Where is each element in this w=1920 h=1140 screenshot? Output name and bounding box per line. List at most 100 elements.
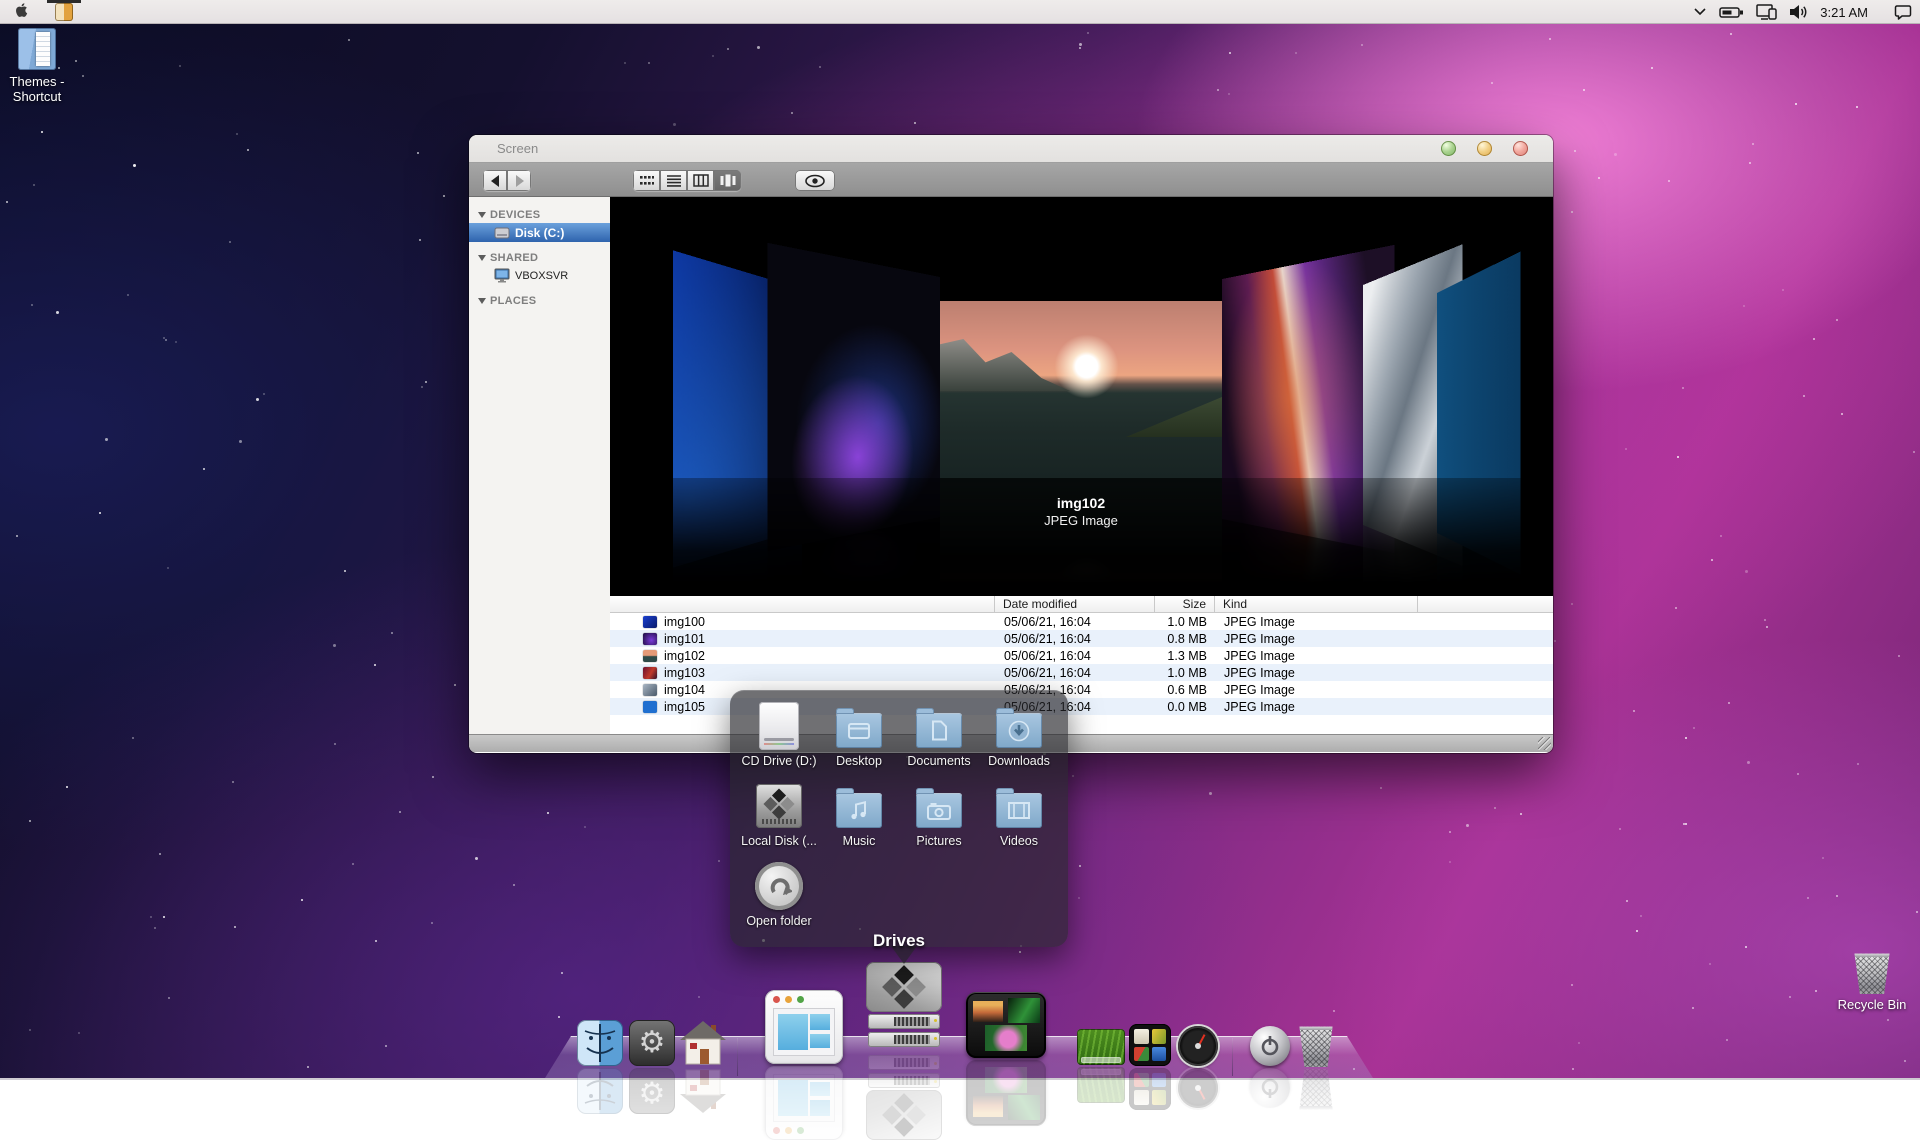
- show-desktop-icon: [1077, 1029, 1125, 1065]
- dashboard-gauge-icon: [1178, 1026, 1218, 1066]
- thumbnail-icon: [643, 684, 657, 696]
- resize-grip[interactable]: [1538, 737, 1551, 750]
- dock-item-system-preferences[interactable]: ⚙ ⚙: [629, 1020, 675, 1066]
- popup-item-documents[interactable]: Documents: [899, 698, 979, 778]
- table-row-img102[interactable]: img10205/06/21, 16:041.3 MBJPEG Image: [610, 647, 1553, 664]
- screen-app-icon: [765, 990, 843, 1064]
- popup-item-videos[interactable]: Videos: [979, 778, 1059, 858]
- selected-file-kind: JPEG Image: [940, 513, 1222, 528]
- table-row-img103[interactable]: img10305/06/21, 16:041.0 MBJPEG Image: [610, 664, 1553, 681]
- table-row-img101[interactable]: img10105/06/21, 16:040.8 MBJPEG Image: [610, 630, 1553, 647]
- column-view-button[interactable]: [687, 170, 714, 191]
- column-header-kind[interactable]: Kind: [1215, 596, 1418, 612]
- thumbnail-icon: [643, 633, 657, 645]
- taskbar-finder-app[interactable]: [44, 0, 84, 24]
- apple-icon: [14, 0, 30, 24]
- sidebar-section-shared[interactable]: SHARED: [469, 250, 610, 266]
- disclosure-triangle-icon: [478, 298, 486, 304]
- dock-item-home[interactable]: [680, 1020, 726, 1066]
- back-button[interactable]: [483, 170, 507, 191]
- forward-icon: [516, 175, 530, 187]
- file-manager-window: Screen DEVICES Disk (C:) SHARED: [469, 135, 1553, 753]
- volume-icon[interactable]: [1789, 4, 1808, 20]
- sidebar: DEVICES Disk (C:) SHARED VBOXSVR PLACES: [469, 197, 610, 734]
- maximize-button[interactable]: [1477, 141, 1492, 156]
- shore-graphic: [1126, 397, 1222, 437]
- column-view-icon: [693, 174, 709, 187]
- popup-item-downloads[interactable]: Downloads: [979, 698, 1059, 778]
- table-row-img100[interactable]: img10005/06/21, 16:041.0 MBJPEG Image: [610, 613, 1553, 630]
- dock-item-photos-stack[interactable]: [966, 992, 1046, 1058]
- sidebar-item-vboxsvr[interactable]: VBOXSVR: [469, 266, 610, 285]
- apple-menu[interactable]: [0, 0, 44, 24]
- widgets-icon: [1129, 1024, 1171, 1066]
- disclosure-triangle-icon: [478, 212, 486, 218]
- coverflow-view-button[interactable]: [714, 170, 741, 191]
- shortcut-label-line1: Themes -: [4, 74, 70, 89]
- titlebar[interactable]: Screen: [469, 135, 1553, 163]
- thumbnail-icon: [643, 701, 657, 713]
- quicklook-button[interactable]: [795, 170, 835, 191]
- disk-icon: [494, 226, 510, 240]
- popup-item-pictures[interactable]: Pictures: [899, 778, 979, 858]
- thumbnail-icon: [643, 616, 657, 628]
- sidebar-item-disk-c[interactable]: Disk (C:): [469, 223, 610, 242]
- column-header-date[interactable]: Date modified: [995, 596, 1155, 612]
- disk-c-label: Disk (C:): [515, 226, 564, 240]
- clock[interactable]: 3:21 AM: [1820, 5, 1868, 20]
- finder-icon: [55, 3, 73, 21]
- shared-header-label: SHARED: [490, 252, 538, 264]
- icon-view-button[interactable]: [633, 170, 660, 191]
- sidebar-section-places[interactable]: PLACES: [469, 293, 610, 309]
- dock-divider: [1232, 1038, 1233, 1076]
- drives-popup: CD Drive (D:) Desktop Documents Download…: [730, 690, 1068, 947]
- list-view-button[interactable]: [660, 170, 687, 191]
- coverflow-item-img102-selected[interactable]: [940, 301, 1222, 478]
- power-icon: [1250, 1026, 1290, 1066]
- drives-stack-icon: [866, 962, 942, 1050]
- dock-item-dashboard[interactable]: [1178, 1026, 1218, 1066]
- popup-item-cd-drive[interactable]: CD Drive (D:): [739, 698, 819, 778]
- popup-item-music[interactable]: Music: [819, 778, 899, 858]
- thumbnail-icon: [643, 667, 657, 679]
- dock-item-power[interactable]: [1250, 1026, 1290, 1066]
- network-computer-icon: [494, 268, 510, 283]
- active-app-indicator: [47, 0, 81, 3]
- forward-button[interactable]: [507, 170, 531, 191]
- column-header-name[interactable]: [610, 596, 995, 612]
- dock-item-show-desktop[interactable]: [1077, 1029, 1125, 1065]
- back-icon: [485, 175, 499, 187]
- recycle-bin-label: Recycle Bin: [1822, 997, 1920, 1012]
- dock-item-drives-stack[interactable]: [866, 962, 942, 1050]
- open-folder-icon: [755, 862, 803, 910]
- list-view-icon: [667, 174, 681, 187]
- popup-item-desktop[interactable]: Desktop: [819, 698, 899, 778]
- coverflow-area[interactable]: img102 JPEG Image: [610, 197, 1553, 596]
- icon-view-icon: [639, 174, 654, 187]
- display-cast-icon[interactable]: [1756, 4, 1777, 20]
- themes-shortcut[interactable]: Themes - Shortcut: [4, 28, 70, 104]
- folder-documents-icon: [916, 713, 962, 748]
- column-header-extra: [1418, 596, 1553, 612]
- dock-divider: [737, 1038, 738, 1076]
- column-header-size[interactable]: Size: [1155, 596, 1215, 612]
- dock-item-trash[interactable]: [1298, 1025, 1334, 1067]
- folder-videos-icon: [996, 793, 1042, 828]
- coverflow-caption: img102 JPEG Image: [940, 495, 1222, 528]
- dock-item-finder[interactable]: [577, 1020, 623, 1066]
- sidebar-section-devices[interactable]: DEVICES: [469, 207, 610, 223]
- action-center-icon[interactable]: [1894, 4, 1912, 20]
- dock-item-widgets[interactable]: [1129, 1024, 1171, 1066]
- folder-shortcut-icon: [18, 28, 56, 70]
- dock-item-screen-app[interactable]: [765, 990, 843, 1064]
- close-button[interactable]: [1513, 141, 1528, 156]
- popup-item-open-folder[interactable]: Open folder: [739, 858, 819, 938]
- coverflow-view-icon: [720, 174, 736, 187]
- battery-icon[interactable]: [1719, 5, 1744, 19]
- popup-item-local-disk[interactable]: Local Disk (...: [739, 778, 819, 858]
- toolbar: [469, 163, 1553, 197]
- hidden-icons-chevron-icon[interactable]: [1693, 7, 1707, 17]
- recycle-bin-icon: [1853, 952, 1891, 994]
- minimize-button[interactable]: [1441, 141, 1456, 156]
- recycle-bin[interactable]: Recycle Bin: [1822, 952, 1920, 1012]
